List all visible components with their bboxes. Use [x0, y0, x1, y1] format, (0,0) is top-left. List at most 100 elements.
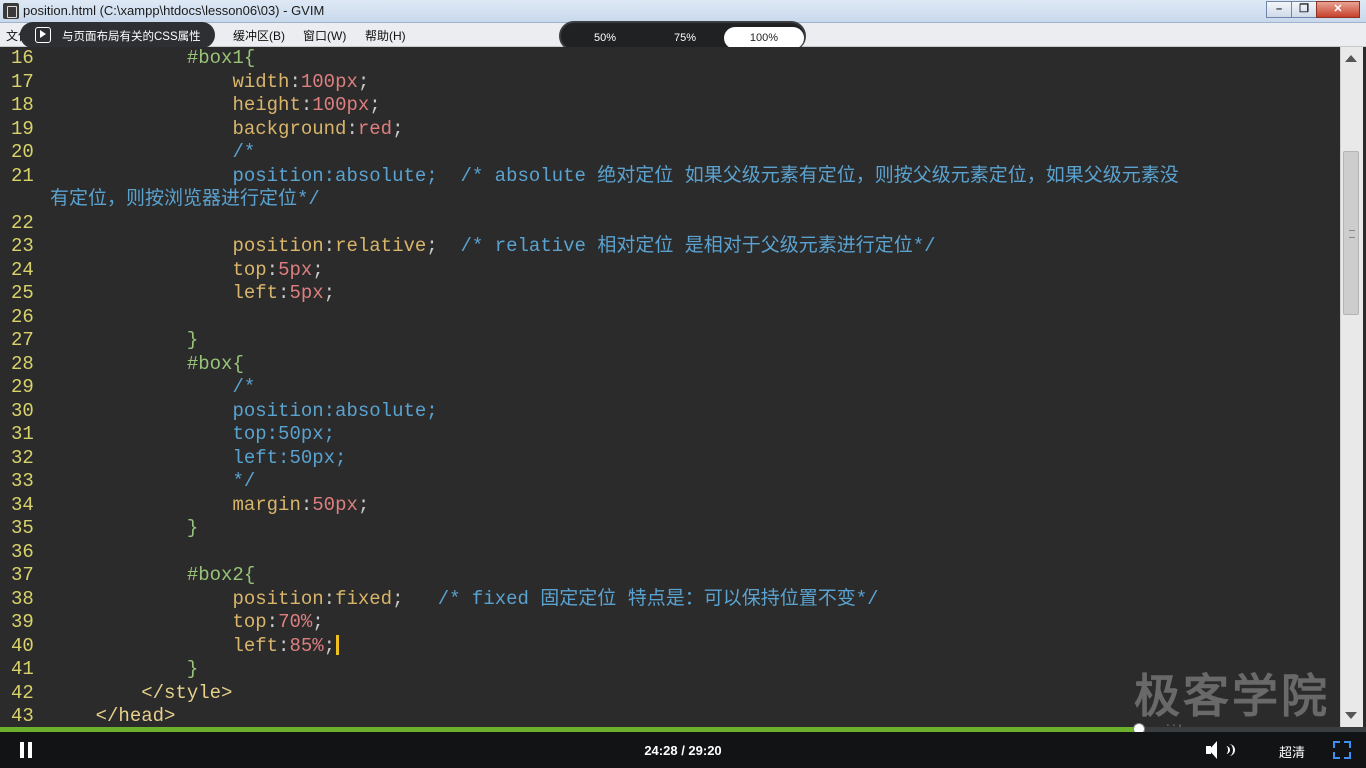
code-line[interactable]: 23 position:relative; /* relative 相对定位 是…: [0, 235, 1340, 259]
code-token: }: [186, 658, 199, 680]
code-token: /* relative 相对定位 是相对于父级元素进行定位*/: [460, 235, 936, 257]
code-token: position:absolute;: [232, 399, 438, 422]
gvim-app-icon: [3, 3, 19, 19]
code-text: height:100px;: [50, 94, 380, 118]
chapter-title: 与页面布局有关的CSS属性: [62, 31, 201, 43]
code-token: top: [232, 611, 267, 633]
line-number: 35: [11, 517, 34, 539]
code-token: ;: [392, 117, 404, 140]
player-controls: 24:28 / 29:20 超清: [0, 732, 1366, 768]
code-token: 85%: [289, 634, 324, 657]
code-token: :: [323, 235, 336, 257]
code-line[interactable]: 38 position:fixed; /* fixed 固定定位 特点是：可以保…: [0, 588, 1340, 612]
line-number: 43: [11, 705, 34, 726]
speed-option-100[interactable]: 100%: [724, 27, 804, 49]
quality-selector[interactable]: 超清: [1279, 742, 1305, 761]
window-controls: – ❐ ✕: [1266, 1, 1360, 18]
code-text: }: [50, 658, 198, 682]
vertical-scrollbar[interactable]: [1340, 47, 1363, 727]
code-line[interactable]: 24 top:5px;: [0, 259, 1340, 283]
menu-help[interactable]: 帮助(H): [365, 27, 406, 44]
code-text: */: [50, 470, 255, 494]
scroll-up-icon[interactable]: [1345, 55, 1357, 62]
code-line[interactable]: 19 background:red;: [0, 118, 1340, 142]
scrollbar-thumb[interactable]: [1343, 151, 1359, 315]
code-text: top:5px;: [50, 258, 323, 283]
code-token: fixed: [335, 587, 393, 610]
pause-icon[interactable]: [19, 742, 33, 758]
line-number: 32: [11, 446, 34, 469]
code-text: margin:50px;: [50, 494, 369, 518]
maximize-icon: ❐: [1299, 3, 1309, 15]
code-token: ;: [426, 235, 461, 257]
code-line[interactable]: 16 #box1{: [0, 47, 1340, 71]
code-line[interactable]: 18 height:100px;: [0, 94, 1340, 118]
speed-option-75[interactable]: 75%: [645, 27, 725, 49]
code-text: </head>: [50, 705, 176, 726]
close-icon: ✕: [1333, 3, 1343, 15]
line-number: 19: [11, 117, 34, 140]
code-token: ;: [323, 634, 336, 657]
code-line[interactable]: 25 left:5px;: [0, 282, 1340, 306]
code-token: 100px: [300, 70, 358, 93]
code-text: }: [50, 329, 198, 353]
chapter-title-overlay[interactable]: 与页面布局有关的CSS属性: [20, 22, 215, 48]
code-line[interactable]: 33 */: [0, 470, 1340, 494]
code-line[interactable]: 36: [0, 541, 1340, 565]
corner-br: [1344, 752, 1351, 759]
code-line[interactable]: 40 left:85%;: [0, 634, 1340, 659]
code-text: position:absolute; /* absolute 绝对定位 如果父级…: [50, 165, 1178, 189]
volume-icon[interactable]: [1206, 741, 1240, 759]
code-token: :: [300, 493, 313, 516]
code-token: /*: [232, 141, 256, 163]
fullscreen-icon[interactable]: [1333, 741, 1351, 759]
code-text: left:50px;: [50, 447, 346, 471]
code-token: ;: [357, 493, 370, 516]
line-number: 18: [11, 94, 34, 116]
code-line[interactable]: 31 top:50px;: [0, 423, 1340, 447]
line-number: 22: [11, 211, 34, 234]
code-line[interactable]: 29 /*: [0, 376, 1340, 400]
code-line[interactable]: 37 #box2{: [0, 564, 1340, 588]
minimize-button[interactable]: –: [1266, 1, 1292, 18]
code-line[interactable]: 17 width:100px;: [0, 71, 1340, 95]
line-number: 34: [11, 493, 34, 516]
code-editor[interactable]: 16 #box1{17 width:100px; 18 height:100px;…: [0, 47, 1340, 726]
code-line[interactable]: 39 top:70%;: [0, 611, 1340, 635]
code-token: margin: [232, 493, 301, 516]
code-token: :: [278, 634, 290, 657]
minimize-icon: –: [1275, 3, 1283, 15]
speed-option-50[interactable]: 50%: [565, 27, 645, 49]
maximize-button[interactable]: ❐: [1291, 1, 1317, 18]
menu-window[interactable]: 窗口(W): [303, 27, 346, 44]
code-text: left:5px;: [50, 282, 335, 306]
code-text: }: [50, 517, 198, 541]
code-line[interactable]: 有定位，则按浏览器进行定位*/: [0, 188, 1340, 212]
line-number: 28: [11, 352, 34, 375]
scroll-down-icon[interactable]: [1345, 712, 1357, 719]
code-line[interactable]: 34 margin:50px;: [0, 494, 1340, 518]
text-cursor: [336, 634, 340, 655]
menu-buffers[interactable]: 缓冲区(B): [233, 27, 285, 44]
line-number: 30: [11, 399, 34, 422]
code-token: height: [232, 94, 301, 116]
code-token: :: [266, 611, 279, 633]
code-token: :: [266, 258, 279, 281]
code-token: #box2: [186, 564, 244, 586]
close-button[interactable]: ✕: [1316, 1, 1360, 18]
code-line[interactable]: 30 position:absolute;: [0, 400, 1340, 424]
code-line[interactable]: 27 }: [0, 329, 1340, 353]
code-line[interactable]: 22: [0, 212, 1340, 236]
code-token: position: [232, 235, 324, 257]
line-number: 26: [11, 305, 34, 328]
code-line[interactable]: 21 position:absolute; /* absolute 绝对定位 如…: [0, 165, 1340, 189]
code-line[interactable]: 28 #box{: [0, 353, 1340, 377]
code-line[interactable]: 20 /*: [0, 141, 1340, 165]
line-number: 31: [11, 423, 34, 445]
code-line[interactable]: 26: [0, 306, 1340, 330]
code-token: 5px: [289, 282, 324, 304]
code-line[interactable]: 35 }: [0, 517, 1340, 541]
code-line[interactable]: 32 left:50px;: [0, 447, 1340, 471]
code-token: :: [278, 282, 290, 304]
window-titlebar: position.html (C:\xampp\htdocs\lesson06\…: [0, 0, 1366, 23]
